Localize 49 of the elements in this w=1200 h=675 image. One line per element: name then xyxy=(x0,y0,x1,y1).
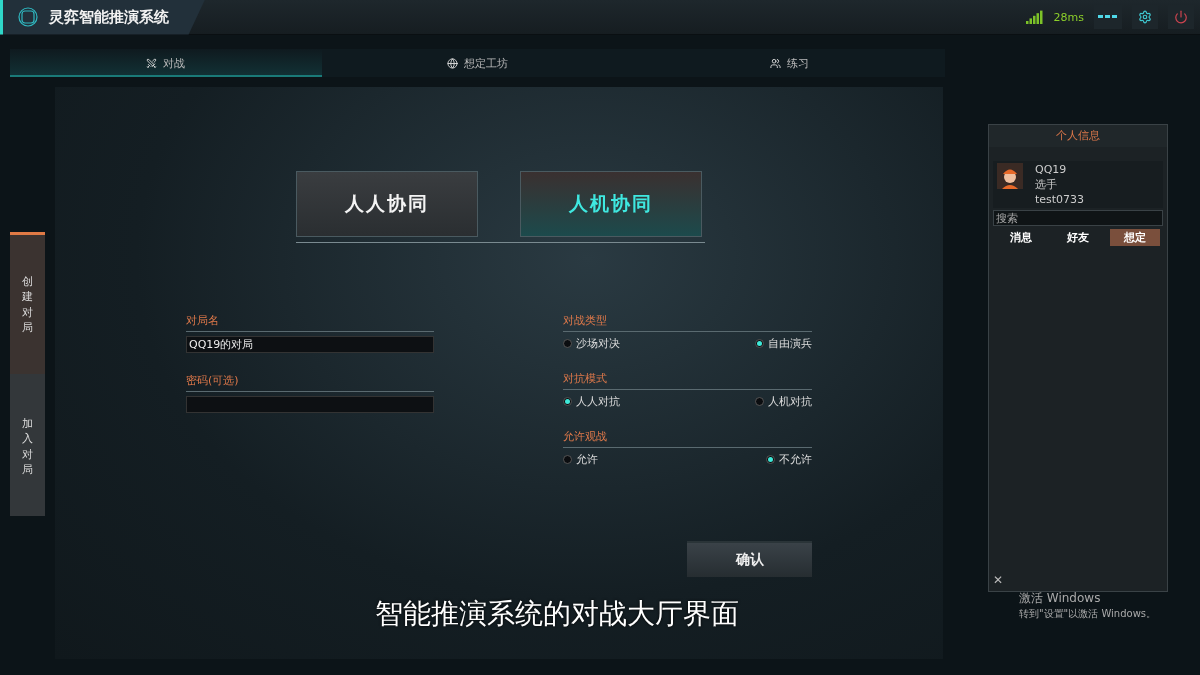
signal-icon xyxy=(1025,10,1044,24)
nav-tab[interactable]: 想定工坊 xyxy=(321,49,634,77)
radio-button[interactable] xyxy=(766,455,775,464)
logo-icon xyxy=(17,6,39,28)
radio-option[interactable]: 人人对抗 xyxy=(563,394,620,409)
user-name: QQ19 xyxy=(1035,163,1068,176)
search-field[interactable]: 搜索 xyxy=(993,210,1163,226)
option-label: 对战类型 xyxy=(563,313,812,332)
radio-button[interactable] xyxy=(755,397,764,406)
option-label: 对抗模式 xyxy=(563,371,812,390)
app-title: 灵弈智能推演系统 xyxy=(49,7,169,27)
radio-option[interactable]: 沙场对决 xyxy=(563,336,620,351)
ping-text: 28ms xyxy=(1053,10,1084,24)
field-label: 对局名 xyxy=(186,313,434,332)
confirm-button[interactable]: 确认 xyxy=(687,541,812,577)
avatar-icon xyxy=(997,163,1023,189)
swords-icon xyxy=(146,57,158,69)
radio-option[interactable]: 自由演兵 xyxy=(755,336,812,351)
radio-option[interactable]: 不允许 xyxy=(766,452,812,467)
option-label: 允许观战 xyxy=(563,429,812,448)
activation-title: 激活 Windows xyxy=(1019,590,1102,607)
radio-option[interactable]: 允许 xyxy=(563,452,598,467)
mode-card[interactable]: 人机协同 xyxy=(520,171,702,237)
profile-tab[interactable]: 想定 xyxy=(1109,229,1160,246)
users-icon xyxy=(769,57,781,69)
globe-icon xyxy=(447,57,458,69)
close-button[interactable]: ✕ xyxy=(993,573,1003,587)
profile-tab[interactable]: 消息 xyxy=(996,229,1047,246)
activation-text: 转到"设置"以激活 Windows。 xyxy=(1019,607,1157,621)
user-role: 选手 xyxy=(1035,177,1058,192)
video-subtitle: 智能推演系统的对战大厅界面 xyxy=(375,596,739,632)
side-tab[interactable]: 加入对局 xyxy=(10,374,45,516)
radio-button[interactable] xyxy=(563,455,572,464)
mode-card[interactable]: 人人协同 xyxy=(296,171,478,237)
power-icon xyxy=(1174,10,1188,24)
side-tab[interactable]: 创建对局 xyxy=(10,232,45,374)
panel-title: 个人信息 xyxy=(989,125,1167,147)
user-account: test0733 xyxy=(1035,193,1085,206)
radio-button[interactable] xyxy=(755,339,764,348)
radio-button[interactable] xyxy=(563,339,572,348)
radio-button[interactable] xyxy=(563,397,572,406)
profile-tab[interactable]: 好友 xyxy=(1053,229,1103,246)
field-label: 密码(可选) xyxy=(186,373,434,392)
dashes-icon xyxy=(1098,14,1118,20)
input-field[interactable] xyxy=(186,396,434,413)
nav-tab[interactable]: 练习 xyxy=(633,49,945,77)
input-field[interactable]: QQ19的对局 xyxy=(186,336,434,353)
settings-icon xyxy=(1138,10,1152,24)
radio-option[interactable]: 人机对抗 xyxy=(755,394,812,409)
